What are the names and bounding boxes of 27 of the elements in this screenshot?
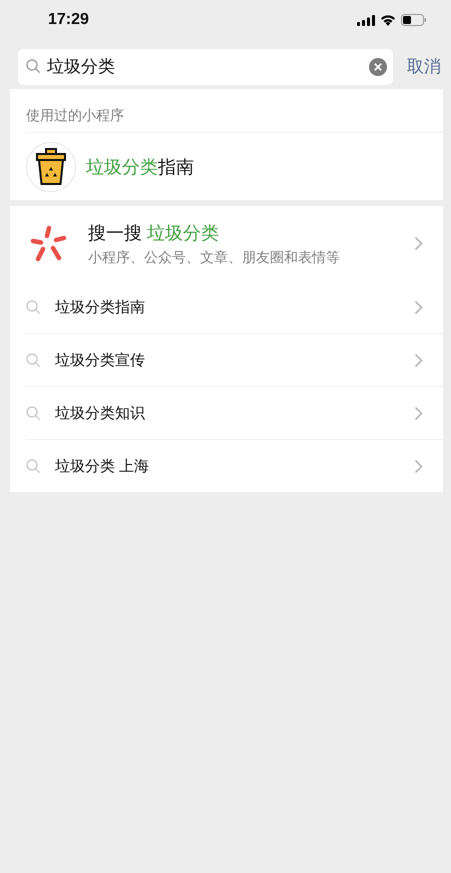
battery-icon [401, 14, 427, 26]
search-suggestion[interactable]: 垃圾分类指南 [55, 298, 400, 316]
chevron-right-icon [414, 406, 423, 420]
search-icon [26, 458, 41, 474]
chevron-right-icon [414, 352, 423, 368]
search-input[interactable]: 垃圾分类 [47, 56, 363, 76]
cancel-button[interactable]: 取消 [407, 55, 441, 78]
chevron-right-icon [414, 458, 423, 474]
chevron-right-icon [414, 300, 423, 314]
sou-yi-sou-title[interactable]: 搜一搜 垃圾分类 [88, 220, 396, 244]
search-field[interactable]: 垃圾分类 [18, 48, 393, 84]
mini-program-name[interactable]: 垃圾分类指南 [86, 154, 194, 178]
search-suggestion[interactable]: 垃圾分类宣传 [55, 350, 400, 370]
search-suggestion[interactable]: 垃圾分类知识 [55, 404, 400, 422]
search-icon [26, 406, 41, 420]
section-header: 使用过的小程序 [25, 106, 125, 125]
clear-icon[interactable] [369, 58, 387, 76]
sou-yi-sou-subtitle: 小程序、公众号、文章、朋友圈和表情等 [88, 248, 341, 266]
wifi-icon [380, 14, 396, 26]
search-icon [26, 59, 41, 74]
signal-icon [357, 14, 375, 26]
clock-time: 17:29 [48, 11, 89, 29]
search-icon [26, 300, 41, 314]
search-icon [26, 352, 41, 368]
chevron-right-icon [414, 236, 423, 251]
search-suggestion[interactable]: 垃圾分类 上海 [55, 456, 400, 476]
trash-can-icon [26, 142, 76, 192]
